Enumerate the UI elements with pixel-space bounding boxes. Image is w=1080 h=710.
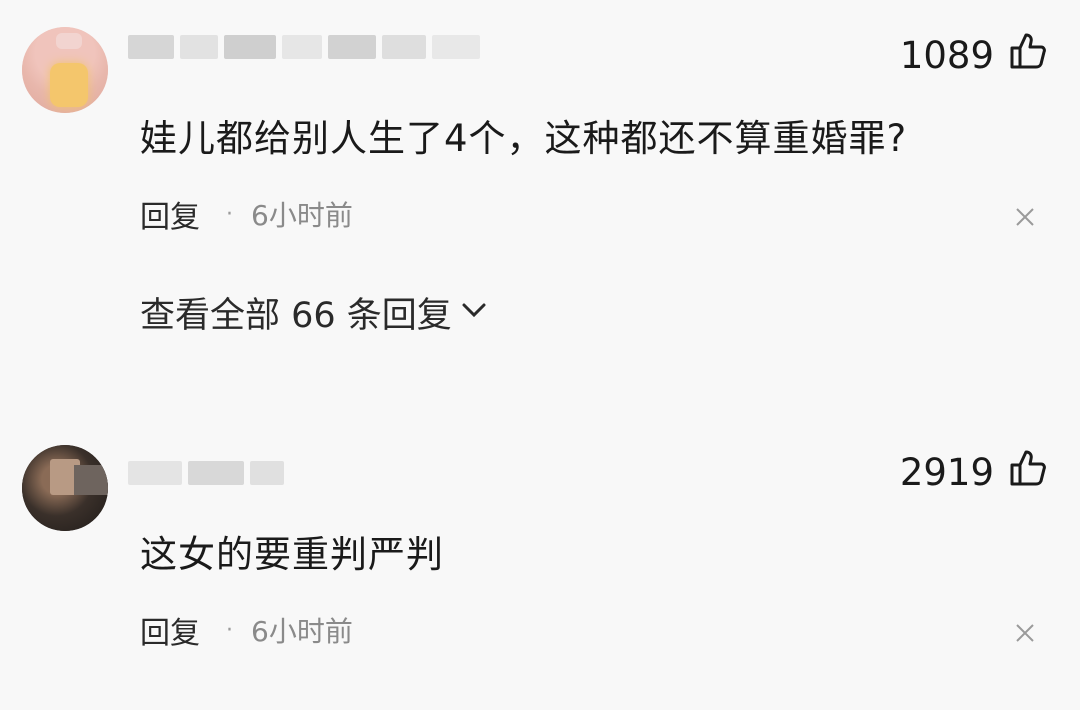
like-group[interactable]: 2919	[900, 448, 1048, 496]
thumbs-up-icon[interactable]	[1008, 448, 1048, 497]
comment-meta: 回复 · 6小时前	[140, 192, 353, 236]
username-blurred[interactable]	[128, 448, 284, 498]
avatar[interactable]	[22, 27, 108, 113]
avatar[interactable]	[22, 445, 108, 531]
timestamp: 6小时前	[251, 199, 353, 232]
comment-item: 2919 这女的要重判严判 回复 · 6小时前	[0, 430, 1080, 710]
comment-list: 1089 娃儿都给别人生了4个，这种都还不算重婚罪? 回复 · 6小时前 查看全…	[0, 0, 1080, 710]
comment-text: 娃儿都给别人生了4个，这种都还不算重婚罪?	[140, 117, 908, 160]
reply-button[interactable]: 回复	[140, 608, 200, 652]
reply-button[interactable]: 回复	[140, 192, 200, 236]
timestamp: 6小时前	[251, 615, 353, 648]
chevron-down-icon	[460, 292, 488, 333]
username-blurred[interactable]	[128, 22, 480, 72]
truncated-next-comment	[140, 698, 458, 710]
like-count: 1089	[899, 33, 994, 77]
view-replies-label: 查看全部 66 条回复	[140, 296, 452, 336]
like-group[interactable]: 1089	[900, 31, 1048, 79]
close-icon[interactable]	[1014, 206, 1036, 228]
close-icon[interactable]	[1014, 622, 1036, 644]
comment-text: 这女的要重判严判	[140, 533, 444, 576]
comment-item: 1089 娃儿都给别人生了4个，这种都还不算重婚罪? 回复 · 6小时前 查看全…	[0, 0, 1080, 400]
view-all-replies-button[interactable]: 查看全部 66 条回复	[140, 287, 488, 338]
like-count: 2919	[899, 450, 994, 494]
comment-meta: 回复 · 6小时前	[140, 608, 353, 652]
meta-separator: ·	[226, 201, 233, 227]
meta-separator: ·	[226, 617, 233, 643]
thumbs-up-icon[interactable]	[1008, 31, 1048, 80]
